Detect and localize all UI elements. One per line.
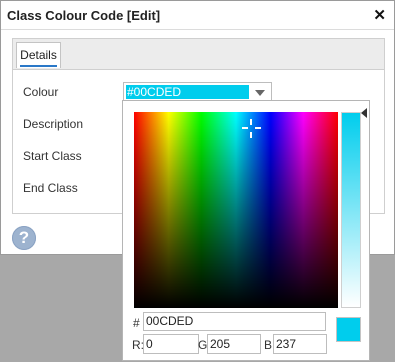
colour-dropdown[interactable]: #00CDED <box>123 82 272 102</box>
description-label: Description <box>23 117 84 131</box>
colour-value: #00CDED <box>126 85 249 99</box>
end-class-label: End Class <box>23 181 78 195</box>
chevron-down-icon[interactable] <box>255 90 265 96</box>
dialog-title: Class Colour Code [Edit] <box>7 8 161 23</box>
r-input[interactable]: 0 <box>143 334 199 354</box>
slider-handle-icon[interactable] <box>361 108 367 118</box>
tab-details[interactable]: Details <box>16 42 61 68</box>
hex-input[interactable]: 00CDED <box>143 312 326 331</box>
color-preview-swatch <box>336 317 361 342</box>
help-icon[interactable]: ? <box>12 226 36 250</box>
start-class-label: Start Class <box>23 149 82 163</box>
colour-label: Colour <box>23 85 59 99</box>
g-input[interactable]: 205 <box>207 334 261 354</box>
color-spectrum[interactable] <box>134 112 338 308</box>
color-picker-popup: # 00CDED R: 0 G: 205 B: 237 <box>122 100 370 361</box>
close-icon[interactable]: ✕ <box>373 6 386 24</box>
hex-hash-label: # <box>133 316 140 330</box>
tab-strip: Details <box>13 39 384 70</box>
dialog-titlebar: Class Colour Code [Edit] ✕ <box>1 1 394 30</box>
lightness-slider[interactable] <box>341 112 361 308</box>
b-input[interactable]: 237 <box>273 334 327 354</box>
